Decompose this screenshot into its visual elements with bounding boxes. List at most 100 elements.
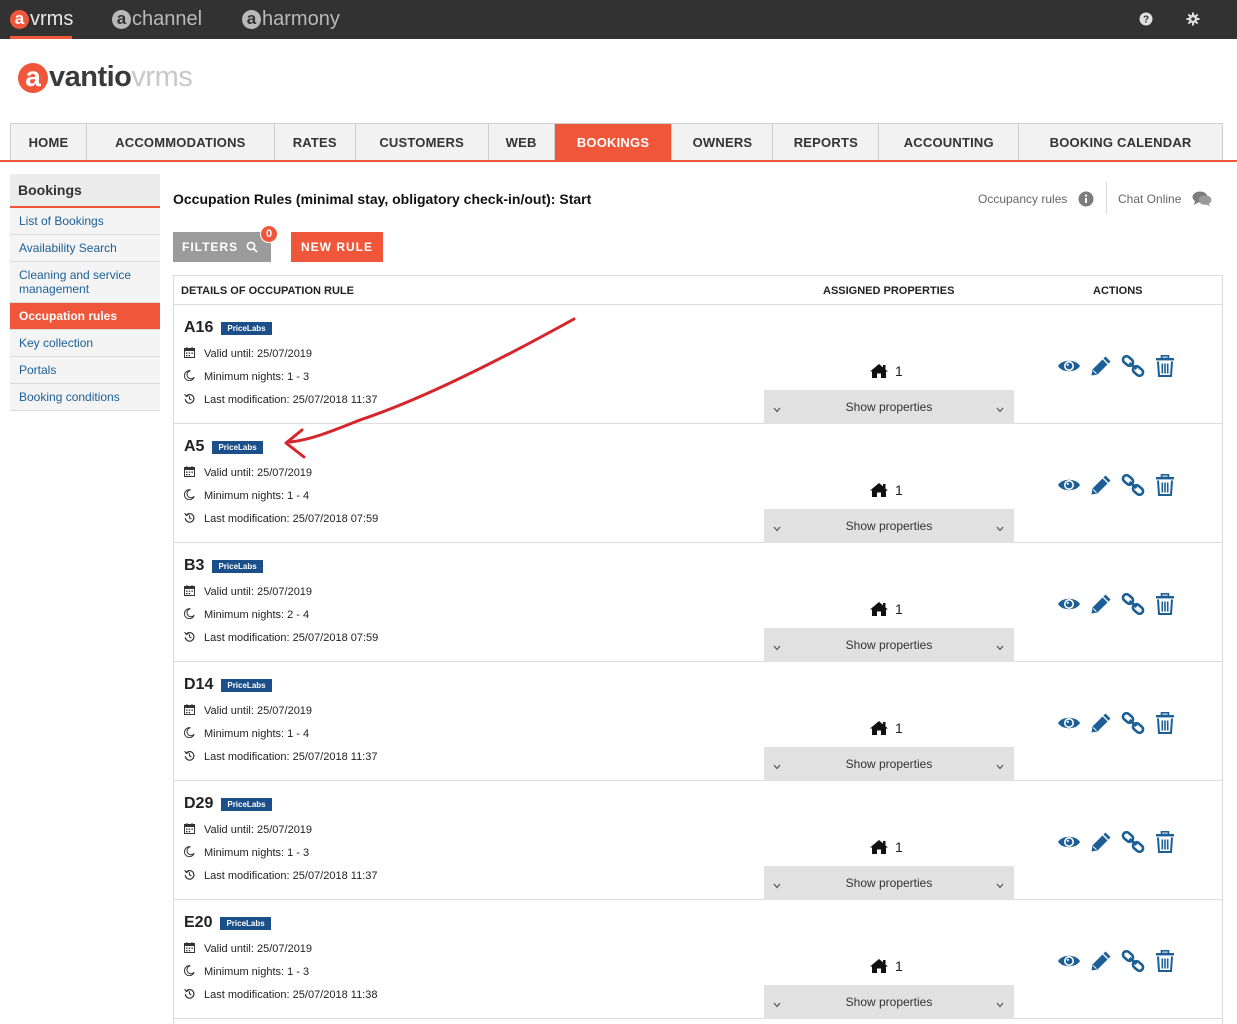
link-icon[interactable]	[1121, 950, 1145, 972]
chevron-down-icon	[773, 759, 781, 773]
edit-pencil-icon[interactable]	[1090, 831, 1112, 853]
show-properties-dropdown[interactable]: Show properties	[764, 747, 1014, 781]
view-eye-icon[interactable]	[1057, 714, 1081, 732]
show-properties-label: Show properties	[845, 400, 933, 414]
show-properties-label: Show properties	[845, 995, 933, 1009]
nav-home[interactable]: HOME	[11, 124, 87, 161]
new-rule-button[interactable]: NEW RULE	[291, 232, 383, 262]
valid-until-text: Valid until: 25/07/2019	[204, 586, 313, 598]
show-properties-label: Show properties	[845, 757, 933, 771]
minimum-nights-line: Minimum nights: 1 - 4	[183, 727, 309, 741]
occupancy-rules-help-link[interactable]: Occupancy rules	[978, 191, 1094, 207]
moon-icon	[183, 965, 204, 979]
link-icon[interactable]	[1121, 355, 1145, 377]
last-modification-text: Last modification: 25/07/2018 11:37	[204, 870, 378, 882]
nav-web[interactable]: WEB	[489, 124, 555, 161]
nav-reports[interactable]: REPORTS	[773, 124, 880, 161]
nav-customers[interactable]: CUSTOMERS	[356, 124, 489, 161]
valid-until-text: Valid until: 25/07/2019	[204, 824, 313, 836]
sidebar-item-availability-search[interactable]: Availability Search	[10, 235, 160, 262]
edit-pencil-icon[interactable]	[1090, 712, 1112, 734]
delete-trash-icon[interactable]	[1155, 593, 1175, 615]
view-eye-icon[interactable]	[1057, 357, 1081, 375]
logo-suffix: vrms	[131, 61, 193, 93]
delete-trash-icon[interactable]	[1155, 831, 1175, 853]
delete-trash-icon[interactable]	[1155, 950, 1175, 972]
help-icon[interactable]: ?	[1139, 12, 1153, 26]
link-icon[interactable]	[1121, 474, 1145, 496]
show-properties-dropdown[interactable]: Show properties	[764, 985, 1014, 1019]
calendar-icon	[184, 823, 204, 837]
show-properties-dropdown[interactable]: Show properties	[764, 628, 1014, 662]
search-icon	[246, 241, 258, 253]
nav-booking-calendar[interactable]: BOOKING CALENDAR	[1019, 124, 1222, 161]
nav-owners[interactable]: OWNERS	[672, 124, 774, 161]
nav-bookings[interactable]: BOOKINGS	[554, 124, 673, 161]
edit-pencil-icon[interactable]	[1090, 593, 1112, 615]
link-icon[interactable]	[1121, 712, 1145, 734]
info-icon	[1078, 191, 1094, 207]
edit-pencil-icon[interactable]	[1090, 950, 1112, 972]
history-icon	[184, 393, 204, 407]
rule-code[interactable]: A16 PriceLabs	[184, 319, 272, 337]
valid-until-line: Valid until: 25/07/2019	[184, 466, 312, 480]
link-icon[interactable]	[1121, 593, 1145, 615]
nav-divider	[0, 160, 1237, 162]
edit-pencil-icon[interactable]	[1090, 355, 1112, 377]
sidebar-item-booking-conditions[interactable]: Booking conditions	[10, 384, 160, 411]
sidebar-item-occupation-rules[interactable]: Occupation rules	[10, 303, 160, 330]
view-eye-icon[interactable]	[1057, 476, 1081, 494]
svg-text:?: ?	[1143, 15, 1149, 26]
active-brand-indicator	[10, 36, 72, 39]
brand-tab-vrms[interactable]: a vrms	[10, 0, 73, 39]
last-modification-line: Last modification: 25/07/2018 11:37	[184, 750, 377, 764]
show-properties-dropdown[interactable]: Show properties	[764, 390, 1014, 424]
chat-online-link[interactable]: Chat Online	[1118, 191, 1212, 207]
nav-accommodations[interactable]: ACCOMMODATIONS	[87, 124, 275, 161]
moon-icon	[183, 608, 204, 622]
table-row: A16 PriceLabs Valid until: 25/07/2019 Minim…	[174, 305, 1222, 424]
view-eye-icon[interactable]	[1057, 952, 1081, 970]
filters-button[interactable]: FILTERS	[173, 232, 271, 262]
show-properties-dropdown[interactable]: Show properties	[764, 866, 1014, 900]
delete-trash-icon[interactable]	[1155, 355, 1175, 377]
link-icon[interactable]	[1121, 831, 1145, 853]
nav-rates[interactable]: RATES	[275, 124, 356, 161]
delete-trash-icon[interactable]	[1155, 474, 1175, 496]
sidebar-item-cleaning-service[interactable]: Cleaning and service management	[10, 262, 160, 303]
rule-code[interactable]: D14 PriceLabs	[184, 676, 272, 694]
view-eye-icon[interactable]	[1057, 595, 1081, 613]
show-properties-dropdown[interactable]: Show properties	[764, 509, 1014, 543]
minimum-nights-line: Minimum nights: 1 - 3	[183, 846, 309, 860]
settings-icon[interactable]	[1186, 12, 1200, 26]
rule-code[interactable]: D29 PriceLabs	[184, 795, 272, 813]
rule-code[interactable]: A5 PriceLabs	[184, 438, 263, 456]
last-modification-text: Last modification: 25/07/2018 11:37	[204, 751, 378, 763]
column-header-assigned: ASSIGNED PROPERTIES	[823, 285, 955, 297]
row-actions	[1057, 474, 1184, 496]
calendar-icon	[184, 347, 204, 361]
sidebar-item-portals[interactable]: Portals	[10, 357, 160, 384]
moon-icon	[183, 489, 204, 503]
brand-tab-harmony[interactable]: a harmony	[242, 0, 340, 39]
last-modification-text: Last modification: 25/07/2018 07:59	[204, 513, 379, 525]
delete-trash-icon[interactable]	[1155, 712, 1175, 734]
app-root: { "topbar": { "brands": [ {"glyph": "a",…	[0, 0, 1237, 1024]
minimum-nights-text: Minimum nights: 2 - 4	[204, 609, 310, 621]
chevron-down-icon	[773, 997, 781, 1011]
rule-code[interactable]: B3 PriceLabs	[184, 557, 263, 575]
last-modification-line: Last modification: 25/07/2018 11:38	[184, 988, 377, 1002]
product-switcher-bar: a vrms a channel a harmony ?	[0, 0, 1237, 39]
avantio-logo[interactable]: a vantio vrms	[18, 61, 193, 94]
edit-pencil-icon[interactable]	[1090, 474, 1112, 496]
occupancy-rules-label: Occupancy rules	[978, 192, 1068, 206]
sidebar-item-list-of-bookings[interactable]: List of Bookings	[10, 208, 160, 235]
row-actions	[1057, 950, 1184, 972]
nav-accounting[interactable]: ACCOUNTING	[879, 124, 1020, 161]
sidebar: Bookings List of Bookings Availability S…	[10, 174, 160, 411]
rule-code[interactable]: E20 PriceLabs	[184, 914, 271, 932]
sidebar-item-key-collection[interactable]: Key collection	[10, 330, 160, 357]
home-icon	[869, 958, 889, 974]
brand-tab-channel[interactable]: a channel	[112, 0, 202, 39]
view-eye-icon[interactable]	[1057, 833, 1081, 851]
